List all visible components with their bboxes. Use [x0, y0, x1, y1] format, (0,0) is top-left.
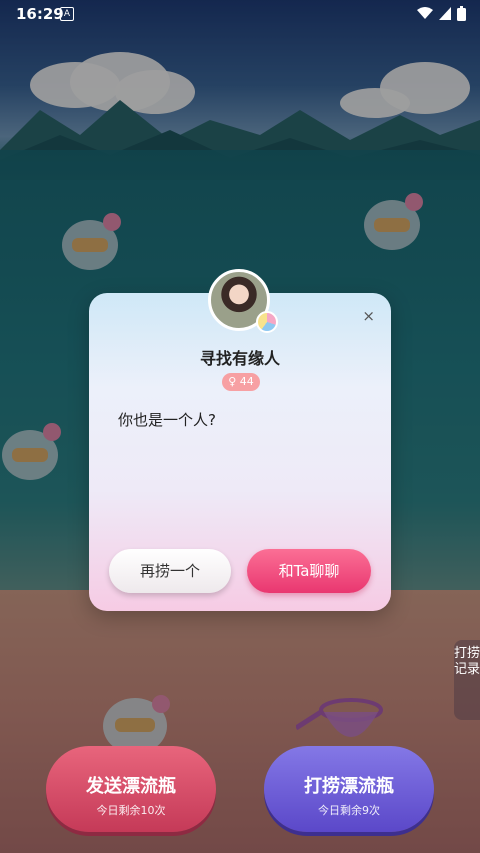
fish-bottle-button[interactable]: 打捞漂流瓶 今日剩余9次: [264, 746, 434, 832]
bottle-dialog: × 寻找有缘人 ♀ 44 你也是一个人? 再捞一个 和Ta聊聊: [89, 269, 391, 611]
fishing-record-tab[interactable]: 打捞记录: [454, 640, 480, 720]
send-bottle-label: 发送漂流瓶: [86, 776, 176, 797]
signal-icon: [439, 7, 451, 20]
status-icons: [417, 6, 466, 21]
gender-age-badge: ♀ 44: [222, 373, 260, 391]
status-bar: 16:29 A: [0, 0, 480, 28]
notification-icon: A: [60, 7, 74, 21]
close-icon[interactable]: ×: [362, 307, 375, 325]
chat-button[interactable]: 和Ta聊聊: [247, 549, 371, 593]
avatar-badge-icon: [256, 311, 278, 333]
wifi-icon: [417, 7, 433, 19]
user-name: 寻找有缘人: [199, 349, 280, 368]
fish-remaining-label: 今日剩余9次: [318, 804, 380, 817]
send-remaining-label: 今日剩余10次: [96, 804, 166, 817]
fish-bottle-label: 打捞漂流瓶: [304, 776, 394, 797]
send-bottle-button[interactable]: 发送漂流瓶 今日剩余10次: [46, 746, 216, 832]
status-time: 16:29: [16, 5, 64, 23]
bottle-message: 你也是一个人?: [118, 411, 216, 429]
fish-again-button[interactable]: 再捞一个: [109, 549, 231, 593]
battery-icon: [457, 6, 466, 21]
